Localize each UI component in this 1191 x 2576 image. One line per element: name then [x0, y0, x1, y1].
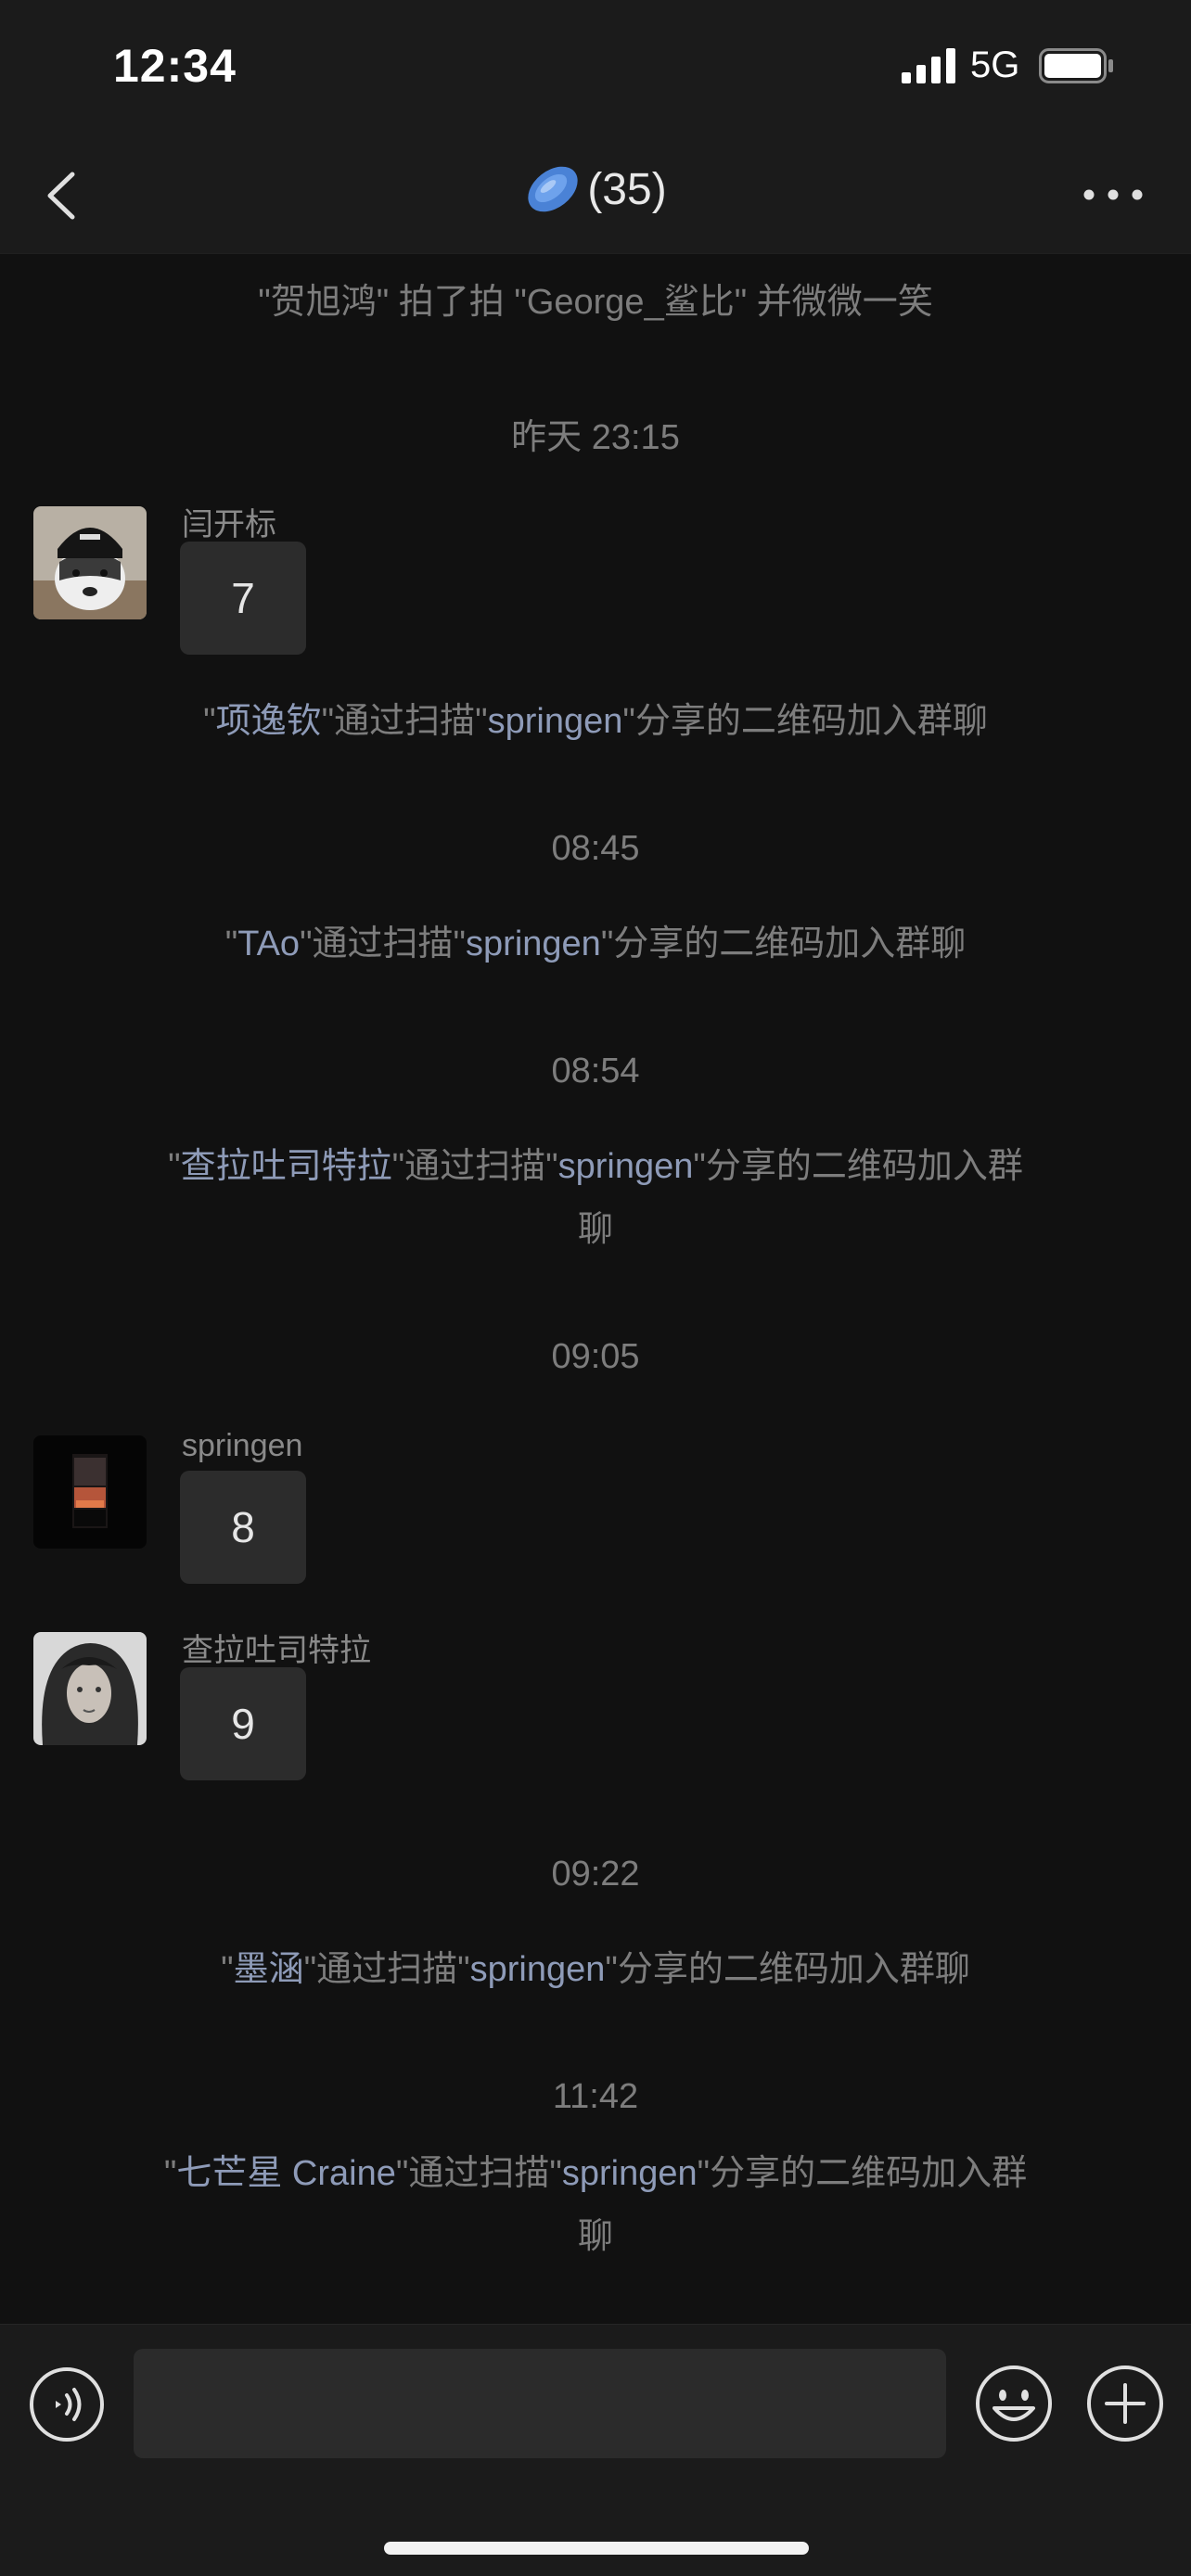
- sender-name: springen: [182, 1428, 303, 1463]
- pat-notice: "贺旭鸿" 拍了拍 "George_鲨比" 并微微一笑: [258, 283, 933, 322]
- join-notice: "查拉吐司特拉"通过扫描"springen"分享的二维码加入群聊: [168, 1147, 1023, 1249]
- avatar-husky-image: [33, 506, 147, 619]
- avatar[interactable]: [33, 1435, 147, 1549]
- network-type: 5G: [970, 45, 1020, 85]
- message-row: 闫开标 7: [0, 506, 1191, 692]
- timestamp: 09:05: [551, 1337, 640, 1376]
- message-bubble[interactable]: 9: [180, 1667, 306, 1780]
- signal-icon: [902, 48, 955, 83]
- input-bar: [0, 2324, 1191, 2576]
- nav-bar: (35): [0, 139, 1191, 254]
- more-dots-icon[interactable]: [1080, 176, 1146, 213]
- timestamp: 09:22: [551, 1855, 640, 1894]
- timestamp: 11:42: [552, 2077, 639, 2116]
- joiner-name[interactable]: TAo: [237, 925, 300, 963]
- inviter-name[interactable]: springen: [562, 2154, 698, 2193]
- voice-icon[interactable]: [28, 2366, 106, 2443]
- avatar-city-image: [33, 1435, 147, 1549]
- battery-icon: [1039, 48, 1113, 83]
- avatar[interactable]: [33, 506, 147, 619]
- join-notice: "项逸钦"通过扫描"springen"分享的二维码加入群聊: [203, 702, 988, 741]
- home-indicator[interactable]: [384, 2542, 809, 2555]
- sender-name: 查拉吐司特拉: [182, 1633, 371, 1668]
- joiner-name[interactable]: 墨涵: [234, 1950, 304, 1989]
- sender-name: 闫开标: [182, 507, 276, 542]
- inviter-name[interactable]: springen: [488, 702, 623, 741]
- joiner-name[interactable]: 七芒星 Craine: [176, 2154, 396, 2193]
- avatar[interactable]: [33, 1632, 147, 1745]
- joiner-name[interactable]: 项逸钦: [216, 702, 322, 741]
- timestamp: 08:45: [551, 829, 640, 868]
- message-bubble[interactable]: 7: [180, 542, 306, 655]
- message-row: springen 8: [0, 1428, 1191, 1621]
- frisbee-emoji-icon: [528, 166, 578, 212]
- message-bubble[interactable]: 8: [180, 1471, 306, 1584]
- chat-title: (35): [0, 163, 1191, 215]
- join-notice: "TAo"通过扫描"springen"分享的二维码加入群聊: [224, 925, 967, 963]
- emoji-icon[interactable]: [974, 2364, 1054, 2443]
- chat-area: "贺旭鸿" 拍了拍 "George_鲨比" 并微微一笑 昨天 23:15 闫开标…: [0, 254, 1191, 2324]
- join-notice: "七芒星 Craine"通过扫描"springen"分享的二维码加入群聊: [163, 2154, 1028, 2256]
- avatar-portrait-image: [33, 1632, 147, 1745]
- joiner-name[interactable]: 查拉吐司特拉: [181, 1147, 392, 1186]
- join-notice: "墨涵"通过扫描"springen"分享的二维码加入群聊: [221, 1950, 970, 1989]
- timestamp: 08:54: [551, 1052, 640, 1090]
- message-input[interactable]: [134, 2349, 946, 2458]
- inviter-name[interactable]: springen: [470, 1950, 606, 1989]
- inviter-name[interactable]: springen: [466, 925, 601, 963]
- chat-title-text: (35): [587, 165, 667, 214]
- timestamp: 昨天 23:15: [511, 418, 680, 457]
- status-time: 12:34: [113, 40, 237, 92]
- message-row: 查拉吐司特拉 9: [0, 1632, 1191, 1817]
- inviter-name[interactable]: springen: [558, 1147, 694, 1186]
- status-bar: 12:34 5G: [0, 0, 1191, 139]
- plus-icon[interactable]: [1085, 2364, 1165, 2443]
